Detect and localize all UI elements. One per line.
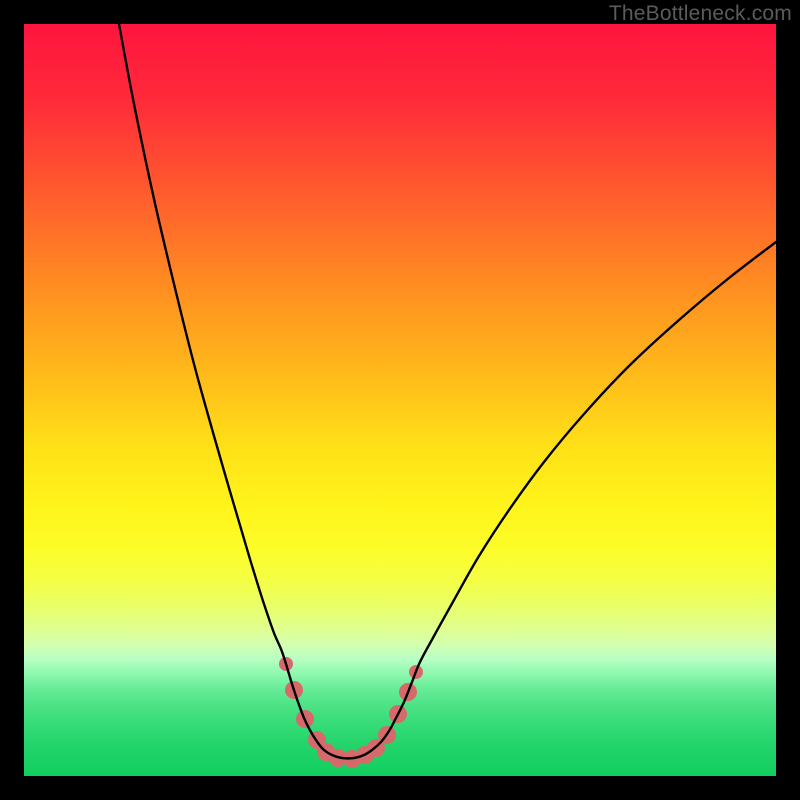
outer-frame: TheBottleneck.com [0,0,800,800]
watermark-text: TheBottleneck.com [609,2,792,26]
plot-area [24,24,776,776]
curve-layer [24,24,776,776]
bottleneck-curve [119,24,776,758]
